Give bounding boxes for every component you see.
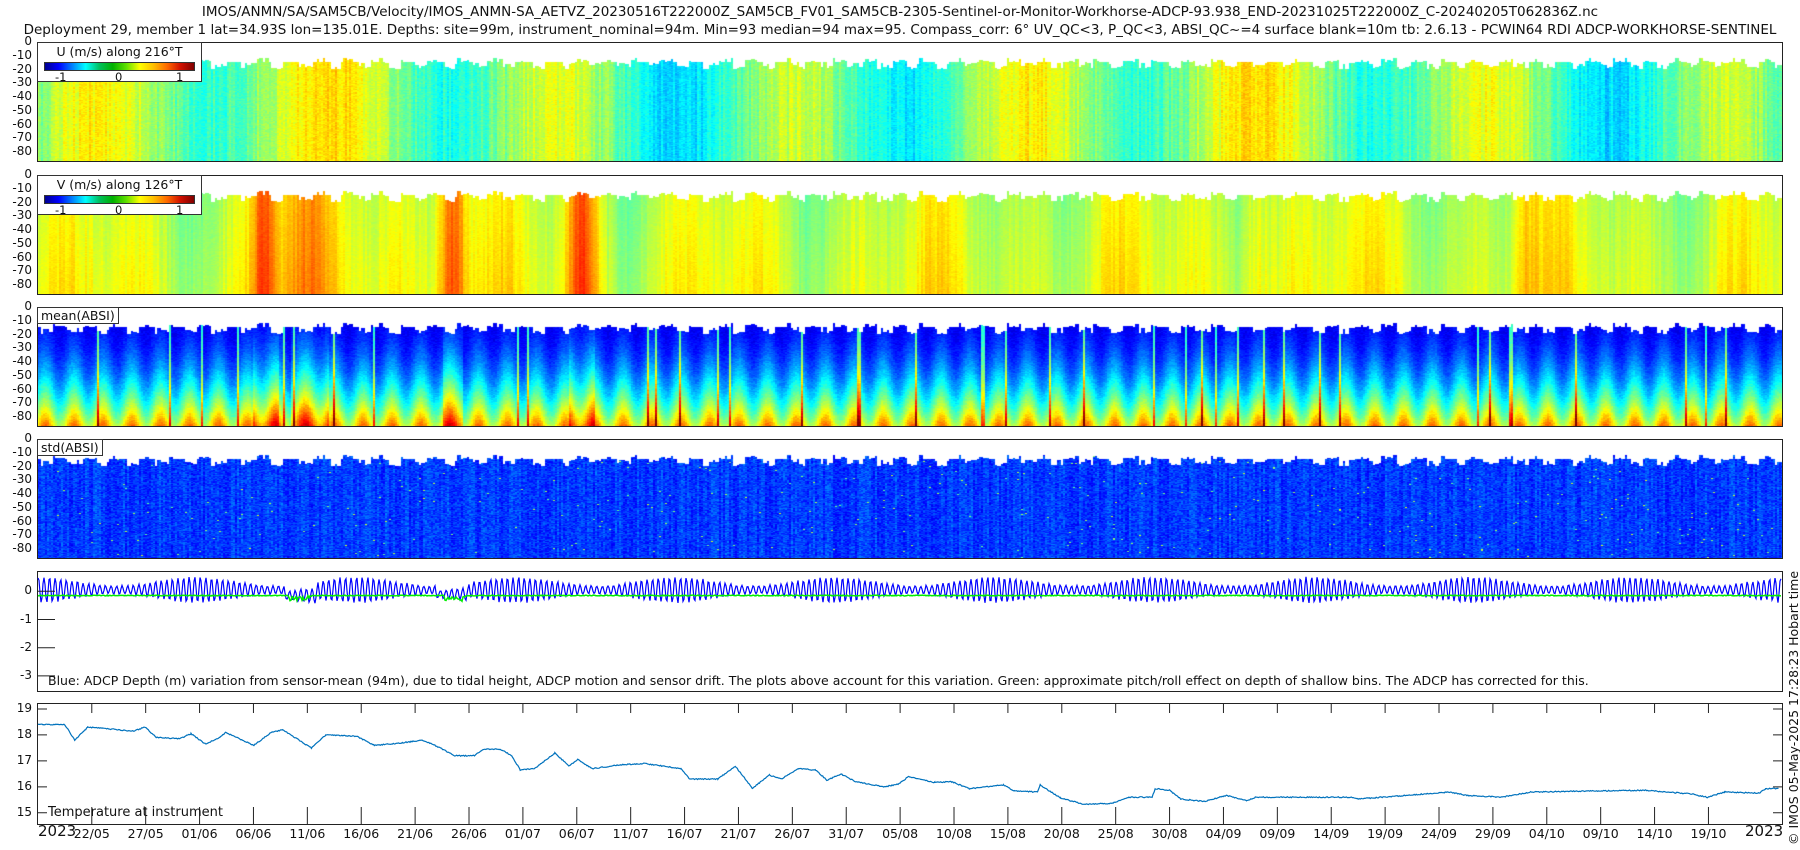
- line-plots: [37, 575, 1783, 825]
- x-tick-label: 21/07: [720, 826, 757, 841]
- depth-variation-line: [37, 575, 1782, 605]
- x-tick-label: 20/08: [1043, 826, 1080, 841]
- y-tick-label: -40: [12, 354, 32, 368]
- x-tick-label: 10/08: [935, 826, 973, 841]
- y-tick-label: 15: [16, 804, 32, 819]
- y-tick-label: -10: [12, 312, 32, 327]
- y-tick-label: -20: [12, 458, 32, 473]
- y-tick-label: -60: [12, 249, 32, 264]
- y-tick-label: -3: [20, 667, 32, 682]
- y-tick-label: 0: [24, 299, 32, 313]
- colorbar-tick: 0: [115, 70, 123, 84]
- y-tick-label: 0: [24, 34, 32, 48]
- colorbar-tick: -1: [55, 203, 67, 217]
- colorbar-tick: 1: [176, 203, 184, 217]
- y-tick-label: -10: [12, 444, 32, 459]
- y-tick-label: -20: [12, 61, 32, 76]
- temperature-line: [37, 723, 1779, 806]
- y-tick-label: -40: [12, 486, 32, 500]
- x-tick-label: 26/07: [774, 826, 811, 841]
- x-tick-label: 14/10: [1636, 826, 1673, 841]
- x-tick-label: 21/06: [397, 826, 434, 841]
- colorbar-tick: -1: [55, 70, 67, 84]
- y-tick-label: -70: [12, 263, 32, 278]
- x-tick-label: 29/09: [1474, 826, 1511, 841]
- y-tick-label: -80: [12, 541, 32, 555]
- y-tick-label: -30: [12, 208, 32, 223]
- x-tick-label: 15/08: [989, 826, 1026, 841]
- y-tick-label: 17: [16, 752, 32, 767]
- year-label-right: 2023: [1745, 822, 1784, 840]
- y-tick-label: -30: [12, 340, 32, 355]
- y-tick-label: 0: [24, 583, 32, 598]
- y-tick-label: 16: [16, 778, 32, 793]
- y-tick-label: -40: [12, 222, 32, 236]
- y-tick-label: -50: [12, 499, 32, 514]
- y-tick-label: 0: [24, 431, 32, 445]
- mean-absi-label: mean(ABSI): [37, 307, 119, 324]
- y-tick-label: -60: [12, 513, 32, 528]
- x-tick-label: 26/06: [450, 826, 488, 841]
- y-tick-label: 18: [16, 726, 32, 741]
- x-tick-label: 30/08: [1151, 826, 1188, 841]
- x-tick-label: 04/09: [1205, 826, 1242, 841]
- x-tick-label: 24/09: [1420, 826, 1458, 841]
- y-tick-label: 19: [16, 700, 32, 715]
- y-tick-label: -30: [12, 472, 32, 487]
- copyright-watermark: © IMOS 05-May-2025 17:28:23 Hobart time: [1786, 570, 1800, 845]
- u-legend-title: U (m/s) along 216°T: [56, 44, 183, 59]
- x-tick-label: 11/06: [289, 826, 326, 841]
- temperature-label: Temperature at instrument: [48, 805, 223, 820]
- y-tick-label: 0: [24, 167, 32, 181]
- y-tick-label: -70: [12, 130, 32, 145]
- colorbar-tick: 1: [176, 70, 184, 84]
- depth-annotation: Blue: ADCP Depth (m) variation from sens…: [48, 673, 1589, 688]
- colorbar-tick: 0: [115, 203, 123, 217]
- y-tick-label: -60: [12, 116, 32, 131]
- y-tick-label: -70: [12, 527, 32, 542]
- y-tick-label: -50: [12, 367, 32, 382]
- v-colorbar-legend: V (m/s) along 126°T -1 0 1: [37, 175, 202, 217]
- y-tick-label: -80: [12, 409, 32, 423]
- x-tick-label: 25/08: [1097, 826, 1134, 841]
- y-tick-label: -30: [12, 75, 32, 90]
- x-tick-label: 22/05: [73, 826, 110, 841]
- x-tick-label: 14/09: [1313, 826, 1350, 841]
- x-tick-label: 09/10: [1582, 826, 1619, 841]
- axis-ticks: [37, 590, 1783, 825]
- x-tick-label: 01/07: [504, 826, 541, 841]
- y-tick-label: -40: [12, 89, 32, 103]
- x-tick-label: 06/06: [235, 826, 272, 841]
- year-label-left: 2023: [38, 822, 77, 840]
- y-tick-label: -60: [12, 381, 32, 396]
- x-tick-label: 09/09: [1259, 826, 1296, 841]
- std-absi-label: std(ABSI): [37, 439, 103, 456]
- y-tick-label: -2: [20, 639, 32, 654]
- y-tick-label: -80: [12, 277, 32, 291]
- u-colorbar-legend: U (m/s) along 216°T -1 0 1: [37, 42, 202, 84]
- x-tick-label: 01/06: [181, 826, 218, 841]
- y-tick-label: -10: [12, 47, 32, 62]
- y-tick-label: -20: [12, 194, 32, 209]
- x-tick-label: 19/10: [1690, 826, 1727, 841]
- y-tick-label: -50: [12, 102, 32, 117]
- y-tick-label: -1: [20, 611, 32, 626]
- v-legend-title: V (m/s) along 126°T: [56, 177, 183, 192]
- x-tick-label: 16/06: [343, 826, 380, 841]
- x-tick-label: 19/09: [1367, 826, 1404, 841]
- x-tick-label: 31/07: [828, 826, 865, 841]
- x-tick-label: 11/07: [612, 826, 649, 841]
- y-tick-label: -50: [12, 235, 32, 250]
- x-tick-label: 27/05: [127, 826, 164, 841]
- y-tick-label: -80: [12, 144, 32, 158]
- x-tick-label: 06/07: [558, 826, 595, 841]
- x-tick-label: 04/10: [1528, 826, 1565, 841]
- x-tick-label: 05/08: [882, 826, 919, 841]
- y-tick-label: -20: [12, 326, 32, 341]
- x-tick-label: 16/07: [666, 826, 703, 841]
- y-tick-label: -70: [12, 395, 32, 410]
- y-tick-label: -10: [12, 180, 32, 195]
